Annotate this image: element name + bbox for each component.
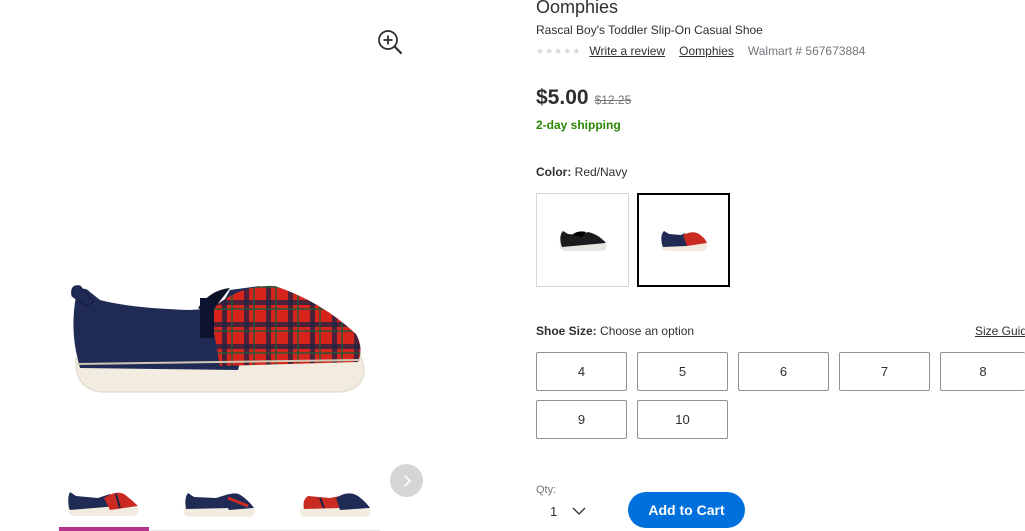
color-label: Color: Red/Navy [536, 165, 627, 179]
color-selected-value: Red/Navy [574, 165, 628, 179]
was-price: $12.25 [594, 93, 632, 107]
black-shoe-image [559, 231, 606, 251]
main-product-image[interactable] [60, 270, 380, 410]
product-name: Rascal Boy's Toddler Slip-On Casual Shoe [536, 23, 763, 37]
size-label: Shoe Size: Choose an option [536, 324, 694, 338]
thumbnail-1[interactable] [58, 476, 148, 531]
thumbnail-3[interactable] [290, 476, 380, 531]
active-thumbnail-indicator [59, 527, 149, 531]
qty-label: Qty: [536, 484, 557, 496]
product-meta-row: ★★★★★ Write a review Oomphies Walmart # … [536, 44, 865, 58]
size-option-10[interactable]: 10 [637, 400, 728, 439]
color-label-title: Color: [536, 165, 572, 179]
size-option-7[interactable]: 7 [839, 352, 930, 391]
size-option-6[interactable]: 6 [738, 352, 829, 391]
rating-stars-icon: ★★★★★ [536, 45, 582, 56]
product-gallery [0, 0, 500, 531]
thumbnail-strip [58, 476, 380, 531]
quantity-select[interactable]: 1 [550, 500, 602, 522]
color-swatch-black[interactable] [536, 193, 629, 287]
brand-title: Oomphies [536, 0, 619, 17]
price-row: $5.00 $12.25 [536, 86, 631, 110]
size-guide-link[interactable]: Size Guid [975, 324, 1025, 338]
qty-value: 1 [550, 503, 558, 519]
current-price: $5.00 [536, 86, 589, 109]
size-option-8[interactable]: 8 [940, 352, 1025, 391]
red-navy-shoe-image [660, 231, 707, 251]
size-option-5[interactable]: 5 [637, 352, 728, 391]
chevron-down-icon [572, 507, 586, 515]
size-label-title: Shoe Size: [536, 324, 597, 338]
shipping-info: 2-day shipping [536, 118, 621, 132]
product-info: Oomphies Rascal Boy's Toddler Slip-On Ca… [536, 0, 1025, 531]
color-swatch-red-navy[interactable] [637, 193, 730, 287]
chevron-right-icon [403, 474, 411, 487]
write-review-link[interactable]: Write a review [589, 44, 665, 58]
brand-link[interactable]: Oomphies [679, 44, 734, 58]
thumbnail-2[interactable] [174, 476, 264, 531]
zoom-in-icon[interactable] [376, 28, 404, 56]
add-to-cart-button[interactable]: Add to Cart [628, 492, 745, 528]
size-option-4[interactable]: 4 [536, 352, 627, 391]
walmart-number: Walmart # 567673884 [747, 44, 866, 58]
size-option-9[interactable]: 9 [536, 400, 627, 439]
next-image-button[interactable] [390, 464, 423, 497]
size-placeholder: Choose an option [600, 324, 695, 338]
